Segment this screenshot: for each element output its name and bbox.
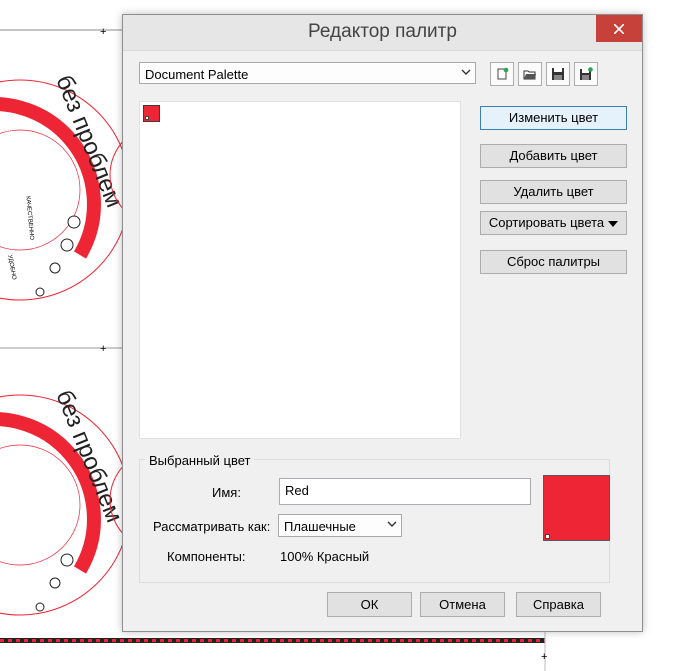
selected-color-preview	[543, 475, 610, 541]
chevron-down-icon	[461, 69, 471, 75]
open-palette-button[interactable]	[518, 62, 542, 86]
dialog-title: Редактор палитр	[308, 21, 457, 42]
help-button[interactable]: Справка	[516, 592, 601, 617]
triangle-down-icon	[608, 220, 619, 227]
view-as-select-value: Плашечные	[284, 519, 356, 534]
save-as-palette-button[interactable]	[574, 62, 598, 86]
open-palette-icon	[523, 70, 536, 80]
chevron-down-icon	[387, 521, 397, 527]
view-as-select[interactable]: Плашечные	[278, 514, 402, 537]
sticker-inner-ring	[0, 444, 81, 566]
crop-mark-icon: +	[541, 651, 547, 663]
add-color-button[interactable]: Добавить цвет	[480, 144, 627, 168]
new-palette-icon	[497, 67, 509, 80]
sticker-holes	[35, 215, 81, 297]
ring-text-4: УДОБНО	[6, 254, 16, 280]
ring-text-3: КАЧЕСТВЕННО	[24, 196, 34, 241]
components-label: Компоненты:	[167, 549, 246, 564]
selected-color-group-title: Выбранный цвет	[145, 453, 255, 468]
reset-palette-button[interactable]: Сброс палитры	[480, 250, 627, 274]
delete-color-button[interactable]: Удалить цвет	[480, 180, 627, 204]
sort-colors-label: Сортировать цвета	[488, 215, 605, 230]
close-icon	[614, 23, 624, 34]
close-button[interactable]	[596, 15, 642, 42]
palette-select[interactable]: Document Palette	[139, 62, 476, 84]
ok-button[interactable]: ОК	[327, 592, 412, 617]
palette-swatch-area[interactable]	[139, 101, 461, 439]
crop-mark-icon: +	[100, 26, 106, 38]
palette-select-value: Document Palette	[145, 67, 249, 82]
edit-color-button[interactable]: Изменить цвет	[480, 106, 627, 130]
color-name-field[interactable]: Red	[279, 478, 531, 505]
save-palette-icon	[552, 68, 564, 80]
palette-editor-dialog: Редактор палитр Document Palette Изменит…	[122, 14, 643, 632]
components-value: 100% Красный	[280, 549, 370, 564]
crop-mark-icon: +	[100, 343, 106, 355]
title-bar[interactable]: Редактор палитр	[123, 15, 642, 51]
cancel-button[interactable]: Отмена	[420, 592, 505, 617]
spot-color-marker	[145, 116, 149, 120]
new-palette-button[interactable]	[490, 62, 514, 86]
sort-colors-button[interactable]: Сортировать цвета	[480, 211, 627, 235]
registration-strip	[0, 638, 545, 643]
save-palette-button[interactable]	[546, 62, 570, 86]
sticker-holes	[35, 553, 74, 612]
save-as-palette-icon	[580, 67, 593, 80]
view-as-label: Рассматривать как:	[153, 519, 271, 534]
sticker-ring-text: рытие SCANDIA рытие PIROSKAN	[0, 126, 48, 167]
spot-color-marker	[545, 534, 550, 539]
color-swatch-red[interactable]	[143, 105, 160, 122]
name-label: Имя:	[212, 485, 241, 500]
